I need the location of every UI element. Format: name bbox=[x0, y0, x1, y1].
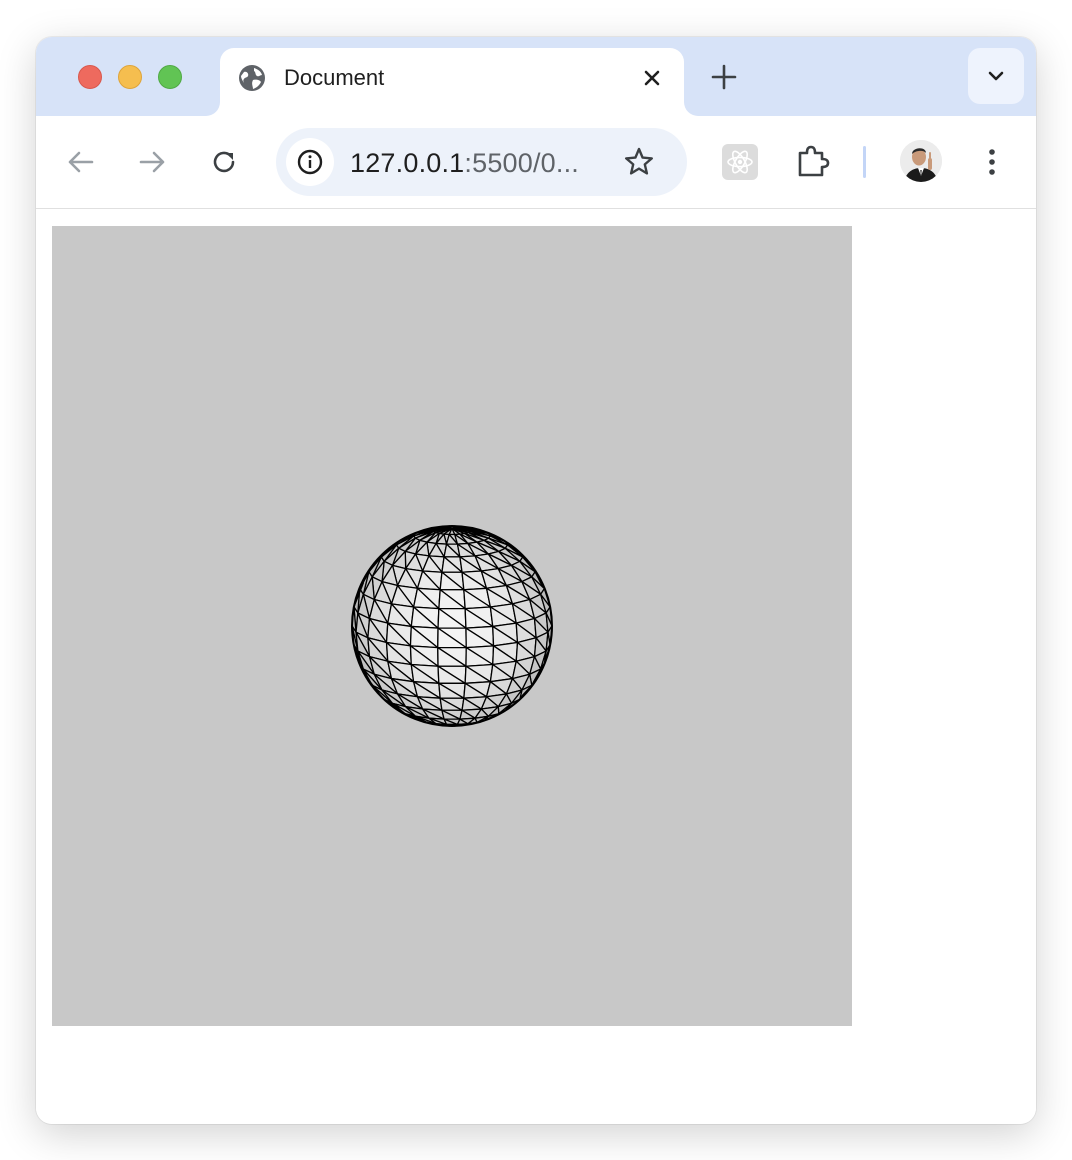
toolbar-divider bbox=[863, 146, 866, 178]
toolbar: 127.0.0.1:5500/0... bbox=[36, 116, 1036, 209]
close-window-button[interactable] bbox=[78, 65, 102, 89]
address-bar[interactable]: 127.0.0.1:5500/0... bbox=[276, 128, 687, 196]
maximize-window-button[interactable] bbox=[158, 65, 182, 89]
tab-strip: Document bbox=[36, 37, 1036, 116]
avatar[interactable] bbox=[900, 140, 942, 182]
webgl-canvas[interactable] bbox=[52, 226, 852, 1026]
page-viewport bbox=[36, 209, 1036, 1124]
star-icon[interactable] bbox=[622, 145, 656, 179]
browser-window: Document 127.0.0.1:5500/0... bbox=[36, 37, 1036, 1124]
reload-icon[interactable] bbox=[206, 144, 242, 180]
wireframe-sphere bbox=[351, 525, 553, 727]
sphere-mesh bbox=[351, 525, 553, 727]
kebab-menu-icon[interactable] bbox=[980, 144, 1004, 180]
tab-document[interactable]: Document bbox=[220, 48, 684, 116]
puzzle-icon[interactable] bbox=[794, 142, 832, 180]
arrow-left-icon[interactable] bbox=[63, 144, 99, 180]
globe-icon bbox=[237, 63, 267, 93]
tab-title: Document bbox=[284, 65, 385, 90]
react-devtools-icon[interactable] bbox=[722, 144, 758, 180]
tab-search-button[interactable] bbox=[968, 48, 1024, 104]
info-icon bbox=[297, 149, 323, 175]
url-text[interactable]: 127.0.0.1:5500/0... bbox=[350, 147, 579, 179]
site-info-button[interactable] bbox=[286, 138, 334, 186]
minimize-window-button[interactable] bbox=[118, 65, 142, 89]
close-icon[interactable] bbox=[638, 64, 666, 92]
plus-icon[interactable] bbox=[708, 61, 740, 93]
chevron-down-icon bbox=[988, 71, 1004, 81]
url-host: 127.0.0.1 bbox=[350, 148, 465, 178]
url-path: :5500/0... bbox=[464, 148, 579, 178]
arrow-right-icon[interactable] bbox=[134, 144, 170, 180]
